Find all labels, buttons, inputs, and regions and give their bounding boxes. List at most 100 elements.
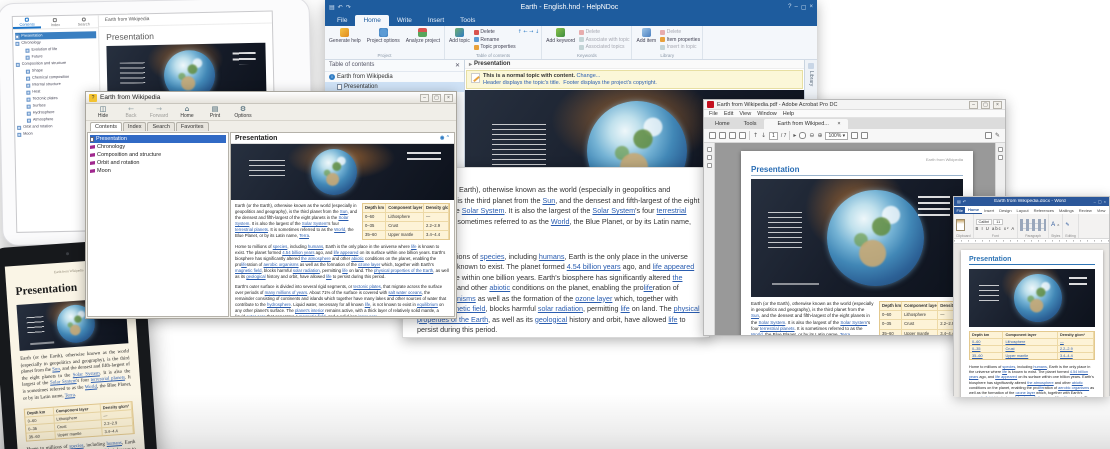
zoom-in-icon[interactable]: ⊕ xyxy=(817,132,822,139)
hyperlink[interactable]: life xyxy=(241,262,247,267)
hyperlink[interactable]: aerobic organisms xyxy=(263,262,298,267)
delete-item-button[interactable]: Delete xyxy=(660,29,700,35)
comment-icon[interactable] xyxy=(985,132,992,139)
font-size-dropdown[interactable]: 11 xyxy=(993,219,1003,225)
tab-home[interactable]: Home xyxy=(965,206,981,214)
add-topic-button[interactable]: Add topic xyxy=(447,27,472,45)
tab-index[interactable]: Index xyxy=(41,16,70,29)
insert-in-topic-button[interactable]: Insert in topic xyxy=(660,44,700,50)
toc-item[interactable]: Orbit and rotation xyxy=(90,159,226,167)
select-cursor-icon[interactable]: ▸ xyxy=(793,132,796,139)
panel-icon[interactable] xyxy=(998,155,1003,160)
help-button[interactable]: ? xyxy=(788,4,791,10)
back-button[interactable]: ←Back xyxy=(118,105,144,119)
undo-icon[interactable]: ↶ xyxy=(963,199,966,204)
thumbnails-icon[interactable] xyxy=(707,147,712,152)
hyperlink[interactable]: solar radiation xyxy=(538,304,583,313)
hyperlink[interactable]: life appeared xyxy=(334,250,359,255)
options-button[interactable]: ⚙Options xyxy=(230,105,256,119)
tab-acrobat-home[interactable]: Home xyxy=(708,119,737,129)
hyperlink[interactable]: life xyxy=(342,268,348,273)
close-button[interactable]: × xyxy=(444,94,453,102)
font-format-buttons[interactable]: B I U abc x² A xyxy=(976,226,1016,231)
header-link[interactable]: Header displays the topic's title. xyxy=(483,80,560,86)
search-icon[interactable] xyxy=(739,132,746,139)
tab-mailings[interactable]: Mailings xyxy=(1057,207,1077,214)
paragraph-buttons[interactable] xyxy=(1020,219,1046,231)
hyperlink[interactable]: Sun xyxy=(340,209,348,214)
maximize-button[interactable]: ▢ xyxy=(1098,199,1102,204)
project-options-button[interactable]: Project options xyxy=(365,27,402,45)
document-tab[interactable]: Earth from Wikiped... × xyxy=(764,119,848,129)
associated-topics-button[interactable]: Associated topics xyxy=(579,44,629,50)
add-keyword-button[interactable]: Add keyword xyxy=(544,27,577,45)
hyperlink[interactable]: Sun xyxy=(52,367,60,373)
delete-topic-button[interactable]: Delete xyxy=(474,29,516,35)
hyperlink[interactable]: Terra xyxy=(299,233,309,238)
close-button[interactable]: × xyxy=(993,101,1002,109)
associate-with-topic-button[interactable]: Associate with topic xyxy=(579,37,629,43)
tab-favorites[interactable]: Favorites xyxy=(176,122,209,131)
minimize-button[interactable]: – xyxy=(1094,199,1096,204)
rename-topic-button[interactable]: Rename xyxy=(474,37,516,43)
hyperlink[interactable]: solar radiation xyxy=(293,268,320,273)
hyperlink[interactable]: physical properties of the Earth xyxy=(374,268,433,273)
tab-view[interactable]: View xyxy=(1094,207,1108,214)
minimize-button[interactable]: – xyxy=(969,101,978,109)
hand-tool-icon[interactable] xyxy=(799,132,806,139)
hyperlink[interactable]: salt water oceans xyxy=(388,290,421,295)
tab-insert[interactable]: Insert xyxy=(420,15,452,26)
font-name-dropdown[interactable]: Calibri xyxy=(976,219,993,225)
close-button[interactable]: × xyxy=(1104,199,1106,204)
bookmarks-icon[interactable] xyxy=(707,155,712,160)
tab-contents[interactable]: Contents xyxy=(13,16,42,29)
hyperlink[interactable]: abiotic xyxy=(351,256,363,261)
hyperlink[interactable]: life xyxy=(1064,396,1069,397)
email-icon[interactable] xyxy=(729,132,736,139)
hyperlink[interactable]: magnetic field xyxy=(235,268,262,273)
hyperlink[interactable]: Solar System xyxy=(462,206,505,215)
hyperlink[interactable]: World xyxy=(85,385,97,391)
toc-item[interactable]: Composition and structure xyxy=(90,151,226,159)
hyperlink[interactable]: World xyxy=(551,217,570,226)
hyperlink[interactable]: the atmosphere xyxy=(301,256,331,261)
home-button[interactable]: ⌂Home xyxy=(174,105,200,119)
save-icon[interactable] xyxy=(709,132,716,139)
hyperlink[interactable]: species xyxy=(273,244,288,249)
hyperlink[interactable]: humans xyxy=(308,244,323,249)
hyperlink[interactable]: Solar System xyxy=(759,320,786,325)
save-icon[interactable]: ▤ xyxy=(329,4,335,11)
toc-item[interactable]: Moon xyxy=(90,167,226,175)
hyperlink[interactable]: life xyxy=(365,302,371,307)
add-item-button[interactable]: Add item xyxy=(634,27,658,45)
print-button[interactable]: ▤Print xyxy=(202,105,228,119)
hyperlink[interactable]: geological xyxy=(535,315,567,324)
hyperlink[interactable]: Solar System xyxy=(302,221,328,226)
fit-page-icon[interactable] xyxy=(861,132,868,139)
toc-item[interactable]: Presentation xyxy=(90,135,226,143)
forward-button[interactable]: →Forward xyxy=(146,105,172,119)
minimize-button[interactable]: – xyxy=(794,4,797,10)
hyperlink[interactable]: hydrosphere xyxy=(267,302,291,307)
tab-contents[interactable]: Contents xyxy=(90,122,122,131)
tab-review[interactable]: Review xyxy=(1076,207,1094,214)
hyperlink[interactable]: humans xyxy=(1033,365,1047,369)
hyperlink[interactable]: ozone layer xyxy=(358,262,380,267)
tab-acrobat-tools[interactable]: Tools xyxy=(737,119,764,129)
topic-properties-button[interactable]: Topic properties xyxy=(474,44,516,50)
hyperlink[interactable]: World xyxy=(334,227,345,232)
footer-link[interactable]: Footer displays the project's copyright. xyxy=(563,80,657,86)
toc-root-item[interactable]: iEarth from Wikipedia xyxy=(325,72,464,82)
redo-icon[interactable]: ↷ xyxy=(346,4,351,11)
hyperlink[interactable]: life xyxy=(644,283,653,292)
close-button[interactable]: × xyxy=(809,4,813,10)
hyperlink[interactable]: species xyxy=(480,252,504,261)
sync-icon[interactable]: ◉ ⌃ xyxy=(440,135,450,141)
tab-home[interactable]: Home xyxy=(355,15,388,26)
library-icon[interactable] xyxy=(808,63,814,69)
tab-write[interactable]: Write xyxy=(389,15,420,26)
hyperlink[interactable]: geological xyxy=(246,274,265,279)
item-properties-button[interactable]: Item properties xyxy=(660,37,700,43)
change-link[interactable]: Change... xyxy=(577,73,601,79)
tab-references[interactable]: References xyxy=(1031,207,1056,214)
